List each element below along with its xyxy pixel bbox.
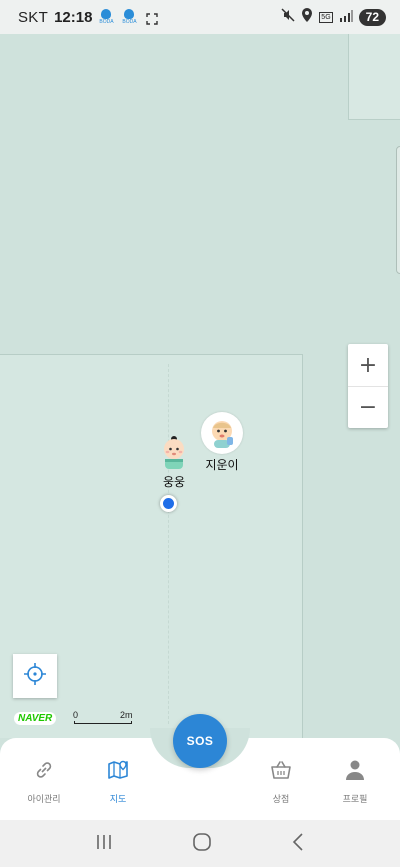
zoom-out-button[interactable]: −: [348, 386, 388, 428]
zoom-in-button[interactable]: +: [348, 344, 388, 386]
baby-avatar-icon: [201, 412, 243, 454]
nav-item-store[interactable]: 상점: [246, 758, 316, 805]
side-panel-handle[interactable]: [396, 146, 400, 274]
mute-icon: [281, 8, 295, 26]
basket-icon: [269, 758, 293, 782]
battery-indicator: 72: [358, 8, 386, 26]
scale-start-label: 0: [73, 710, 79, 720]
carrier-label: SKT: [18, 8, 49, 26]
screen-expand-icon: [146, 11, 159, 25]
zoom-control: + −: [348, 344, 388, 428]
status-bar: SKT 12:18 BODA BODA 5G 72: [0, 0, 400, 34]
map-scale: 0 2m: [73, 710, 134, 724]
current-location-dot: [160, 495, 177, 512]
sos-button[interactable]: SOS: [173, 714, 227, 768]
marker-label: 웅웅: [162, 475, 186, 489]
clock: 12:18: [54, 8, 93, 26]
map-pin-icon: [106, 758, 130, 782]
map-view[interactable]: + − 지운이 웅웅 NAVER 0 2m: [0, 34, 400, 738]
naver-logo: NAVER: [14, 712, 57, 725]
nav-label: 아이관리: [27, 795, 61, 805]
child-marker-woongwoong[interactable]: 웅웅: [156, 435, 192, 490]
recent-apps-button[interactable]: [95, 834, 113, 854]
network-5g-icon: 5G: [319, 11, 333, 23]
link-icon: [32, 758, 56, 782]
person-icon: [343, 758, 367, 782]
nav-item-profile[interactable]: 프로필: [320, 758, 390, 805]
scale-end-label: 2m: [120, 710, 133, 720]
map-building-shape: [348, 34, 400, 120]
back-button[interactable]: [291, 832, 305, 855]
nav-item-child-management[interactable]: 아이관리: [9, 758, 79, 805]
nav-item-map[interactable]: 지도: [83, 758, 153, 805]
location-icon: [301, 8, 313, 26]
child-marker-jiun[interactable]: 지운이: [201, 412, 243, 473]
baby-avatar-icon: [156, 435, 192, 471]
locate-me-button[interactable]: [13, 654, 57, 698]
nav-label: 지도: [109, 795, 127, 805]
system-nav-bar: [0, 820, 400, 867]
marker-label: 지운이: [205, 458, 239, 472]
boda-app-notification-icon: BODA: [97, 7, 115, 27]
nav-label: 프로필: [342, 795, 368, 805]
nav-label: 상점: [272, 795, 290, 805]
boda-app-notification-icon: BODA: [120, 7, 138, 27]
signal-icon: [339, 8, 353, 26]
crosshair-icon: [24, 663, 46, 689]
home-button[interactable]: [192, 832, 212, 856]
